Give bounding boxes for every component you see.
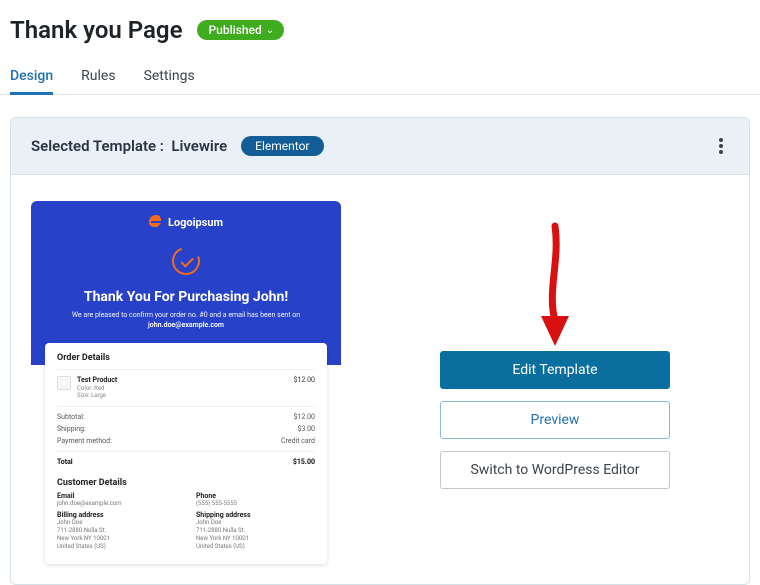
tabs: Design Rules Settings [0, 52, 760, 95]
tab-design[interactable]: Design [10, 62, 53, 94]
template-preview: Logoipsum Thank You For Purchasing John!… [31, 201, 341, 564]
logo-icon [149, 215, 163, 229]
arrow-annotation-icon [535, 221, 575, 351]
product-thumb-icon [57, 376, 71, 390]
preview-hero-title: Thank You For Purchasing John! [45, 289, 327, 305]
tab-settings[interactable]: Settings [144, 62, 195, 94]
switch-editor-button[interactable]: Switch to WordPress Editor [440, 451, 670, 489]
page-title: Thank you Page [10, 16, 183, 44]
edit-template-button[interactable]: Edit Template [440, 351, 670, 389]
tab-rules[interactable]: Rules [81, 62, 115, 94]
shipping-row: Shipping:$3.00 [57, 423, 315, 435]
selected-template-label: Selected Template : Livewire [31, 137, 227, 155]
subtotal-row: Subtotal:$12.00 [57, 411, 315, 423]
preview-brand: Logoipsum [45, 215, 327, 229]
total-row: Total$15.00 [57, 456, 315, 468]
check-icon [167, 242, 204, 279]
customer-details-title: Customer Details [57, 478, 315, 488]
preview-button[interactable]: Preview [440, 401, 670, 439]
status-text: Published [209, 23, 262, 37]
preview-hero-subtitle: We are pleased to confirm your order no.… [45, 311, 327, 331]
kebab-menu-icon[interactable] [713, 134, 729, 158]
order-details-title: Order Details [57, 353, 315, 370]
status-badge[interactable]: Published ⌄ [197, 20, 285, 40]
chevron-down-icon: ⌄ [266, 25, 274, 36]
builder-badge: Elementor [241, 136, 323, 156]
payment-row: Payment method:Credit card [57, 435, 315, 447]
template-panel: Selected Template : Livewire Elementor L… [10, 117, 750, 585]
order-product-row: Test Product Color: Red Size: Large $12.… [57, 376, 315, 408]
